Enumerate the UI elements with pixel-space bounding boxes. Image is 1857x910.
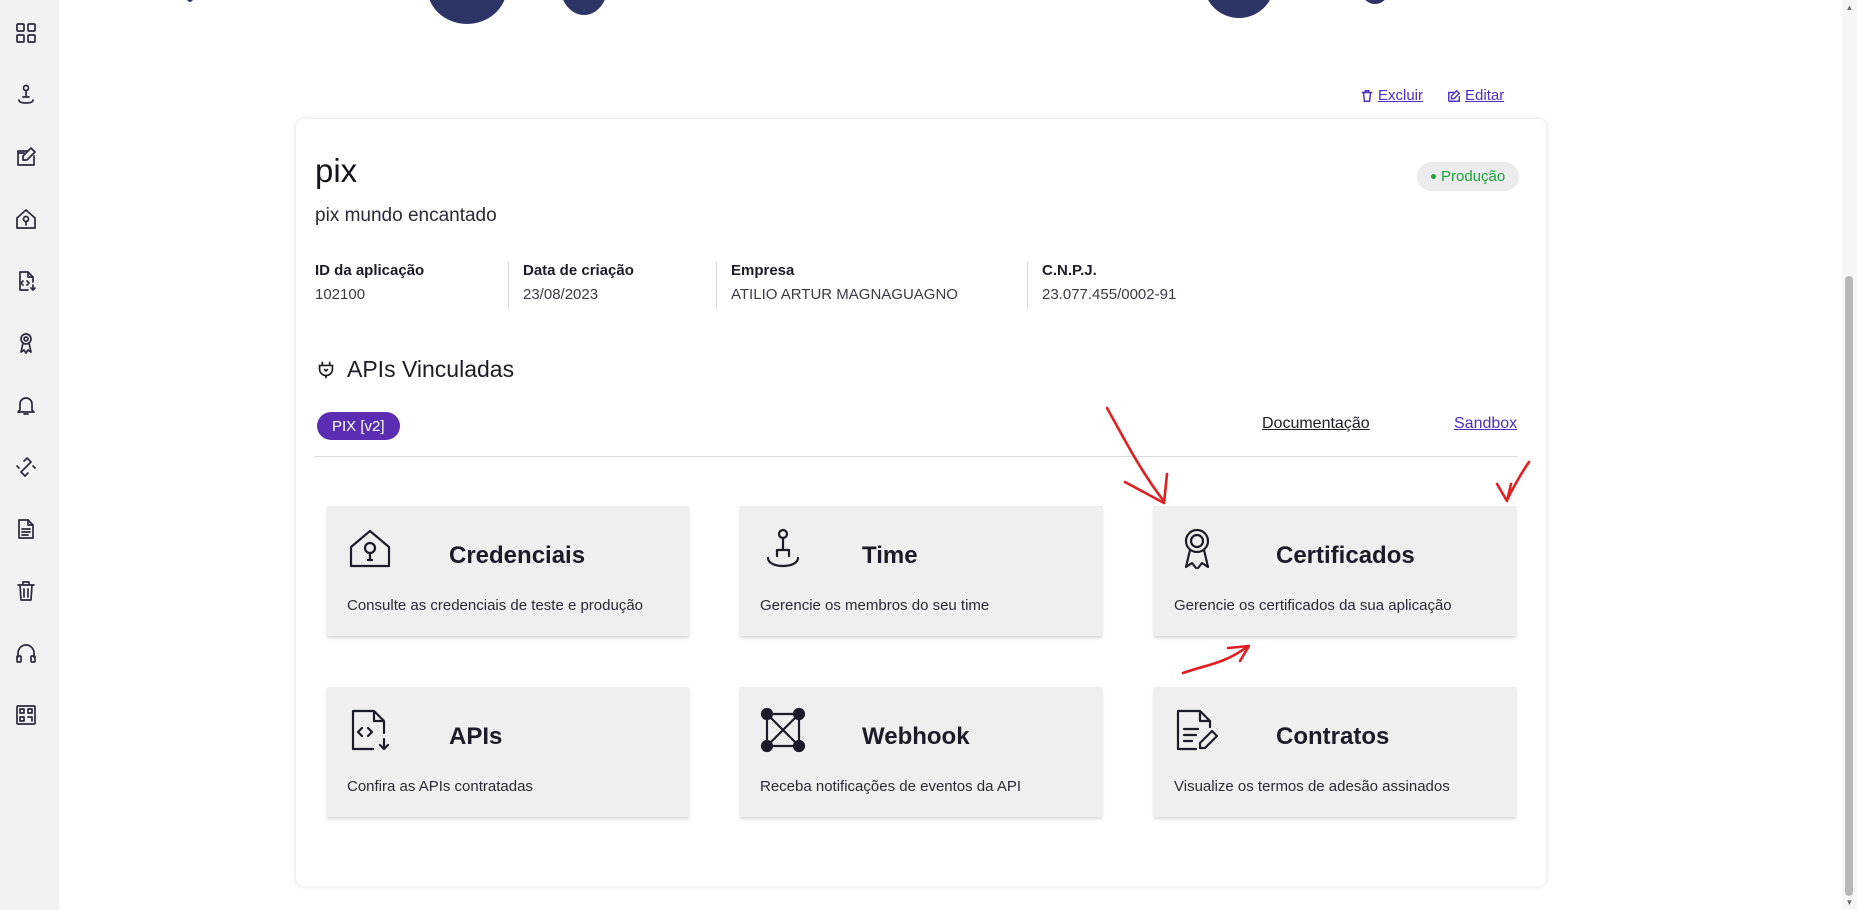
tile-title: Time: [862, 542, 918, 569]
info-value: 23.077.455/0002-91: [1042, 286, 1177, 303]
decorative-blob: [185, 0, 195, 2]
tile-description: Gerencie os membros do seu time: [760, 597, 990, 614]
api-tab-pix-v2[interactable]: PIX [v2]: [317, 412, 400, 440]
tile-description: Consulte as credenciais de teste e produ…: [347, 597, 644, 614]
key-house-icon: [347, 526, 393, 572]
scrollbar[interactable]: ▲ ▼: [1842, 0, 1857, 910]
tile-title: Credenciais: [449, 542, 586, 569]
key-house-icon[interactable]: [13, 206, 39, 232]
info-company: Empresa ATILIO ARTUR MAGNAGUAGNO: [716, 262, 958, 308]
info-value: 102100: [315, 286, 366, 303]
api-file-icon: [347, 707, 393, 753]
documentation-link[interactable]: Documentação: [1262, 415, 1370, 433]
info-cnpj: C.N.P.J. 23.077.455/0002-91: [1027, 262, 1176, 308]
person-pin-icon[interactable]: [13, 82, 39, 108]
trash-icon: [1361, 89, 1373, 102]
scroll-down-icon[interactable]: ▼: [1845, 898, 1854, 907]
info-value: 23/08/2023: [523, 286, 599, 303]
bell-icon[interactable]: [13, 392, 39, 418]
person-pin-icon: [760, 526, 806, 572]
tile-time[interactable]: Time Gerencie os membros do seu time: [740, 506, 1102, 636]
delete-link[interactable]: Excluir: [1360, 87, 1423, 104]
decorative-blob: [560, 0, 608, 15]
tile-webhook[interactable]: Webhook Receba notificações de eventos d…: [740, 687, 1102, 817]
tile-contratos[interactable]: Contratos Visualize os termos de adesão …: [1154, 687, 1516, 817]
tile-description: Receba notificações de eventos da API: [760, 778, 1022, 795]
status-dot: [1431, 174, 1436, 179]
sandbox-link[interactable]: Sandbox: [1454, 415, 1517, 433]
qr-code-icon[interactable]: [13, 702, 39, 728]
dashboard-grid-icon[interactable]: [13, 20, 39, 46]
decorative-blob: [1360, 0, 1390, 4]
headset-icon[interactable]: [13, 640, 39, 666]
scrollbar-thumb[interactable]: [1845, 276, 1853, 896]
tile-certificados[interactable]: Certificados Gerencie os certificados da…: [1154, 506, 1516, 636]
tile-title: Contratos: [1276, 723, 1390, 750]
tile-title: APIs: [449, 723, 503, 750]
award-icon[interactable]: [13, 330, 39, 356]
scroll-up-icon[interactable]: ▲: [1845, 3, 1854, 12]
apis-heading-label: APIs Vinculadas: [347, 356, 515, 382]
award-icon: [1174, 526, 1220, 572]
application-actions: Excluir Editar: [1360, 87, 1504, 104]
tile-credenciais[interactable]: Credenciais Consulte as credenciais de t…: [327, 506, 689, 636]
status-badge: Produção: [1417, 162, 1520, 191]
edit-link[interactable]: Editar: [1447, 87, 1504, 104]
decorative-blob: [1204, 0, 1274, 18]
tile-description: Confira as APIs contratadas: [347, 778, 533, 795]
info-label: C.N.P.J.: [1042, 262, 1097, 279]
contract-sign-icon: [1174, 707, 1220, 753]
status-label: Produção: [1441, 168, 1506, 185]
edit-label: Editar: [1465, 87, 1505, 104]
application-description: pix mundo encantado: [315, 205, 497, 226]
edit-icon: [1448, 89, 1461, 102]
tile-title: Webhook: [862, 723, 970, 750]
page-title: pix: [315, 152, 358, 189]
info-label: Data de criação: [523, 262, 634, 279]
apis-section-heading: APIs Vinculadas: [315, 356, 514, 383]
divider: [315, 456, 1517, 457]
info-creation-date: Data de criação 23/08/2023: [508, 262, 634, 308]
webhook-nodes-icon: [760, 707, 806, 753]
tile-apis[interactable]: APIs Confira as APIs contratadas: [327, 687, 689, 817]
api-file-icon[interactable]: [13, 268, 39, 294]
sidebar: [0, 0, 59, 910]
info-label: ID da aplicação: [315, 262, 425, 279]
decorative-blob: [427, 0, 507, 24]
info-application-id: ID da aplicação 102100: [315, 262, 424, 308]
trash-icon[interactable]: [13, 578, 39, 604]
tile-description: Visualize os termos de adesão assinados: [1174, 778, 1450, 795]
info-label: Empresa: [731, 262, 795, 279]
tile-title: Certificados: [1276, 542, 1415, 569]
info-value: ATILIO ARTUR MAGNAGUAGNO: [731, 286, 958, 303]
plug-icon: [318, 361, 334, 378]
delete-label: Excluir: [1378, 87, 1424, 104]
document-icon[interactable]: [13, 516, 39, 542]
edit-square-icon[interactable]: [13, 144, 39, 170]
tile-description: Gerencie os certificados da sua aplicaçã…: [1174, 597, 1452, 614]
link-icon[interactable]: [13, 454, 39, 480]
